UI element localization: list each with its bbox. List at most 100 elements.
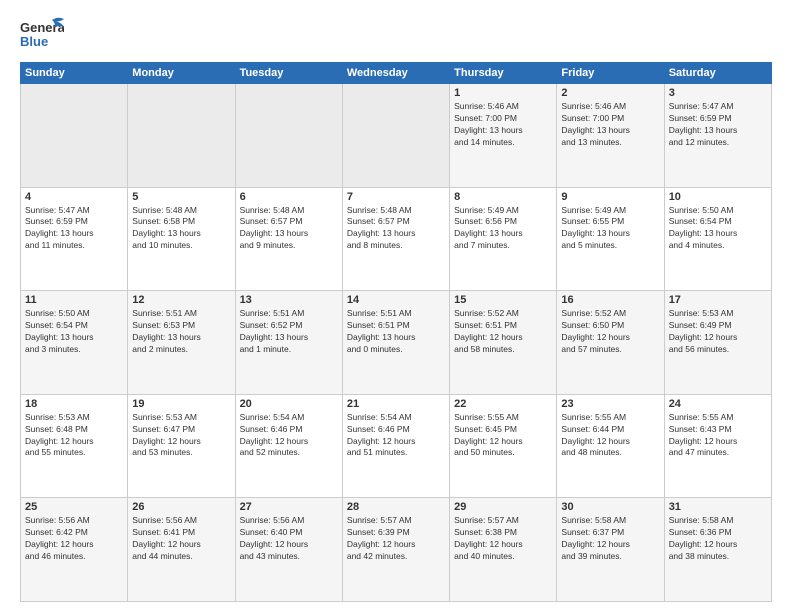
day-number: 8 <box>454 191 552 203</box>
day-info: Sunrise: 5:50 AMSunset: 6:54 PMDaylight:… <box>25 308 123 356</box>
day-info: Sunrise: 5:57 AMSunset: 6:39 PMDaylight:… <box>347 515 445 563</box>
day-info: Sunrise: 5:58 AMSunset: 6:37 PMDaylight:… <box>561 515 659 563</box>
calendar-cell: 3 Sunrise: 5:47 AMSunset: 6:59 PMDaylight… <box>664 84 771 188</box>
day-number: 17 <box>669 294 767 306</box>
day-number: 28 <box>347 501 445 513</box>
day-info: Sunrise: 5:54 AMSunset: 6:46 PMDaylight:… <box>240 412 338 460</box>
calendar-cell: 11 Sunrise: 5:50 AMSunset: 6:54 PMDayligh… <box>21 291 128 395</box>
calendar-cell <box>21 84 128 188</box>
day-number: 13 <box>240 294 338 306</box>
day-info: Sunrise: 5:55 AMSunset: 6:43 PMDaylight:… <box>669 412 767 460</box>
day-info: Sunrise: 5:57 AMSunset: 6:38 PMDaylight:… <box>454 515 552 563</box>
calendar-cell: 21 Sunrise: 5:54 AMSunset: 6:46 PMDayligh… <box>342 394 449 498</box>
day-info: Sunrise: 5:48 AMSunset: 6:57 PMDaylight:… <box>347 205 445 253</box>
day-info: Sunrise: 5:52 AMSunset: 6:50 PMDaylight:… <box>561 308 659 356</box>
calendar-cell: 22 Sunrise: 5:55 AMSunset: 6:45 PMDayligh… <box>450 394 557 498</box>
calendar-cell: 29 Sunrise: 5:57 AMSunset: 6:38 PMDayligh… <box>450 498 557 602</box>
calendar-week-row: 4Sunrise: 5:47 AMSunset: 6:59 PMDaylight… <box>21 187 772 291</box>
calendar-cell: 10 Sunrise: 5:50 AMSunset: 6:54 PMDayligh… <box>664 187 771 291</box>
day-info: Sunrise: 5:51 AMSunset: 6:53 PMDaylight:… <box>132 308 230 356</box>
calendar-cell: 28 Sunrise: 5:57 AMSunset: 6:39 PMDayligh… <box>342 498 449 602</box>
calendar-cell: 8 Sunrise: 5:49 AMSunset: 6:56 PMDaylight… <box>450 187 557 291</box>
calendar-cell: 2 Sunrise: 5:46 AMSunset: 7:00 PMDaylight… <box>557 84 664 188</box>
calendar-cell: 13 Sunrise: 5:51 AMSunset: 6:52 PMDayligh… <box>235 291 342 395</box>
calendar-cell: 23Sunrise: 5:55 AMSunset: 6:44 PMDayligh… <box>557 394 664 498</box>
day-info: Sunrise: 5:48 AMSunset: 6:58 PMDaylight:… <box>132 205 230 253</box>
weekday-header-wednesday: Wednesday <box>342 63 449 84</box>
calendar-week-row: 18Sunrise: 5:53 AMSunset: 6:48 PMDayligh… <box>21 394 772 498</box>
day-number: 9 <box>561 191 659 203</box>
day-number: 29 <box>454 501 552 513</box>
day-number: 11 <box>25 294 123 306</box>
day-number: 16 <box>561 294 659 306</box>
day-number: 22 <box>454 398 552 410</box>
logo: General Blue <box>20 16 64 54</box>
day-number: 27 <box>240 501 338 513</box>
day-info: Sunrise: 5:55 AMSunset: 6:44 PMDaylight:… <box>561 412 659 460</box>
day-number: 2 <box>561 87 659 99</box>
day-info: Sunrise: 5:51 AMSunset: 6:52 PMDaylight:… <box>240 308 338 356</box>
day-info: Sunrise: 5:47 AMSunset: 6:59 PMDaylight:… <box>669 101 767 149</box>
day-number: 10 <box>669 191 767 203</box>
day-info: Sunrise: 5:50 AMSunset: 6:54 PMDaylight:… <box>669 205 767 253</box>
day-info: Sunrise: 5:54 AMSunset: 6:46 PMDaylight:… <box>347 412 445 460</box>
calendar: SundayMondayTuesdayWednesdayThursdayFrid… <box>20 62 772 602</box>
calendar-cell: 16 Sunrise: 5:52 AMSunset: 6:50 PMDayligh… <box>557 291 664 395</box>
calendar-cell: 31 Sunrise: 5:58 AMSunset: 6:36 PMDayligh… <box>664 498 771 602</box>
day-info: Sunrise: 5:56 AMSunset: 6:42 PMDaylight:… <box>25 515 123 563</box>
weekday-header-friday: Friday <box>557 63 664 84</box>
calendar-cell: 18Sunrise: 5:53 AMSunset: 6:48 PMDayligh… <box>21 394 128 498</box>
calendar-cell: 7 Sunrise: 5:48 AMSunset: 6:57 PMDaylight… <box>342 187 449 291</box>
day-number: 30 <box>561 501 659 513</box>
weekday-header-thursday: Thursday <box>450 63 557 84</box>
calendar-cell: 4Sunrise: 5:47 AMSunset: 6:59 PMDaylight… <box>21 187 128 291</box>
day-number: 7 <box>347 191 445 203</box>
calendar-cell: 20Sunrise: 5:54 AMSunset: 6:46 PMDayligh… <box>235 394 342 498</box>
weekday-header-tuesday: Tuesday <box>235 63 342 84</box>
calendar-cell: 14Sunrise: 5:51 AMSunset: 6:51 PMDayligh… <box>342 291 449 395</box>
day-number: 21 <box>347 398 445 410</box>
calendar-cell: 5Sunrise: 5:48 AMSunset: 6:58 PMDaylight… <box>128 187 235 291</box>
day-number: 6 <box>240 191 338 203</box>
day-info: Sunrise: 5:53 AMSunset: 6:47 PMDaylight:… <box>132 412 230 460</box>
calendar-cell: 26 Sunrise: 5:56 AMSunset: 6:41 PMDayligh… <box>128 498 235 602</box>
calendar-cell: 17 Sunrise: 5:53 AMSunset: 6:49 PMDayligh… <box>664 291 771 395</box>
calendar-cell <box>128 84 235 188</box>
day-number: 26 <box>132 501 230 513</box>
day-info: Sunrise: 5:51 AMSunset: 6:51 PMDaylight:… <box>347 308 445 356</box>
day-info: Sunrise: 5:46 AMSunset: 7:00 PMDaylight:… <box>561 101 659 149</box>
day-info: Sunrise: 5:48 AMSunset: 6:57 PMDaylight:… <box>240 205 338 253</box>
calendar-cell <box>235 84 342 188</box>
day-info: Sunrise: 5:46 AMSunset: 7:00 PMDaylight:… <box>454 101 552 149</box>
day-number: 3 <box>669 87 767 99</box>
day-info: Sunrise: 5:53 AMSunset: 6:48 PMDaylight:… <box>25 412 123 460</box>
day-info: Sunrise: 5:49 AMSunset: 6:56 PMDaylight:… <box>454 205 552 253</box>
calendar-cell: 25 Sunrise: 5:56 AMSunset: 6:42 PMDayligh… <box>21 498 128 602</box>
page: General Blue SundayMondayTuesdayWednesda… <box>0 0 792 612</box>
calendar-week-row: 25 Sunrise: 5:56 AMSunset: 6:42 PMDayligh… <box>21 498 772 602</box>
calendar-cell: 24Sunrise: 5:55 AMSunset: 6:43 PMDayligh… <box>664 394 771 498</box>
calendar-cell: 9 Sunrise: 5:49 AMSunset: 6:55 PMDaylight… <box>557 187 664 291</box>
calendar-cell: 6 Sunrise: 5:48 AMSunset: 6:57 PMDaylight… <box>235 187 342 291</box>
day-info: Sunrise: 5:56 AMSunset: 6:41 PMDaylight:… <box>132 515 230 563</box>
day-number: 15 <box>454 294 552 306</box>
day-info: Sunrise: 5:53 AMSunset: 6:49 PMDaylight:… <box>669 308 767 356</box>
day-number: 4 <box>25 191 123 203</box>
day-info: Sunrise: 5:52 AMSunset: 6:51 PMDaylight:… <box>454 308 552 356</box>
weekday-header-monday: Monday <box>128 63 235 84</box>
day-number: 25 <box>25 501 123 513</box>
day-number: 1 <box>454 87 552 99</box>
day-info: Sunrise: 5:55 AMSunset: 6:45 PMDaylight:… <box>454 412 552 460</box>
calendar-cell: 27Sunrise: 5:56 AMSunset: 6:40 PMDayligh… <box>235 498 342 602</box>
calendar-cell: 15 Sunrise: 5:52 AMSunset: 6:51 PMDayligh… <box>450 291 557 395</box>
day-info: Sunrise: 5:49 AMSunset: 6:55 PMDaylight:… <box>561 205 659 253</box>
day-info: Sunrise: 5:58 AMSunset: 6:36 PMDaylight:… <box>669 515 767 563</box>
day-number: 31 <box>669 501 767 513</box>
header: General Blue <box>20 16 772 54</box>
calendar-cell: 30 Sunrise: 5:58 AMSunset: 6:37 PMDayligh… <box>557 498 664 602</box>
weekday-header-row: SundayMondayTuesdayWednesdayThursdayFrid… <box>21 63 772 84</box>
day-number: 19 <box>132 398 230 410</box>
weekday-header-saturday: Saturday <box>664 63 771 84</box>
calendar-week-row: 1 Sunrise: 5:46 AMSunset: 7:00 PMDaylight… <box>21 84 772 188</box>
calendar-cell: 19 Sunrise: 5:53 AMSunset: 6:47 PMDayligh… <box>128 394 235 498</box>
